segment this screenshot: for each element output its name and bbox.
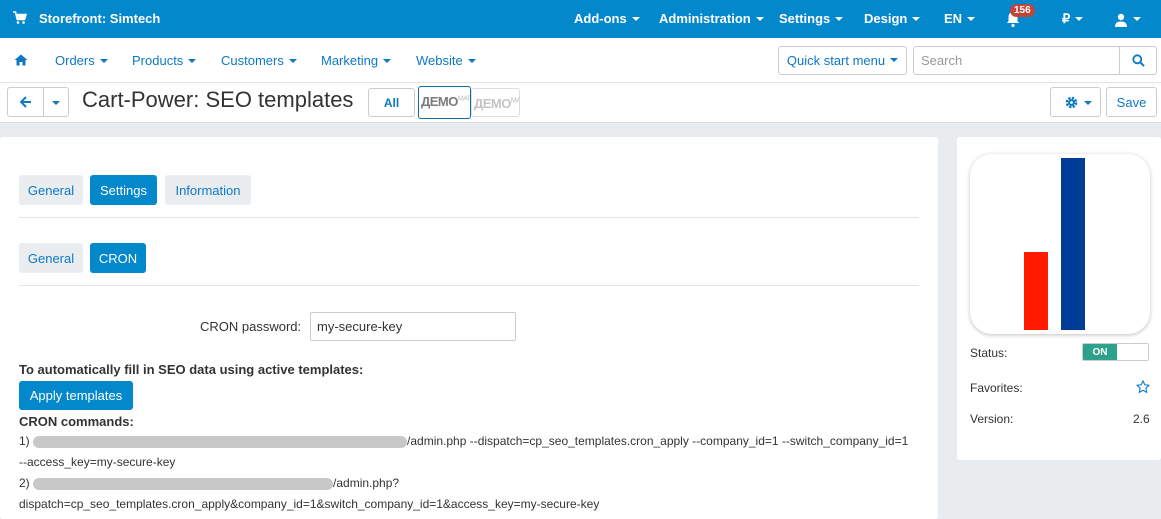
- version-label: Version:: [970, 412, 1014, 426]
- menu-administration[interactable]: Administration: [659, 11, 764, 26]
- apply-templates-button[interactable]: Apply templates: [19, 381, 133, 410]
- cron-commands-label: CRON commands:: [19, 414, 134, 429]
- subtab-cron[interactable]: CRON: [90, 243, 146, 273]
- storefront-demo-2-button[interactable]: ДЕМОМАГ: [471, 88, 520, 117]
- user-menu[interactable]: [1114, 11, 1141, 27]
- divider: [19, 285, 919, 286]
- favorites-label: Favorites:: [970, 381, 1023, 395]
- settings-dropdown-button[interactable]: [1050, 87, 1101, 117]
- star-icon[interactable]: [1136, 380, 1150, 394]
- nav-customers[interactable]: Customers: [221, 53, 297, 68]
- home-icon[interactable]: [14, 54, 28, 66]
- status-toggle-on: ON: [1083, 344, 1117, 360]
- demo-store-logo: ДЕМОМАГ: [421, 94, 471, 109]
- search-icon: [1132, 54, 1145, 67]
- search-button[interactable]: [1119, 46, 1157, 75]
- version-value: 2.6: [1133, 412, 1150, 426]
- addon-logo: [970, 154, 1150, 334]
- autofill-instruction: To automatically fill in SEO data using …: [19, 362, 364, 377]
- user-icon: [1115, 13, 1127, 27]
- gear-icon: [1065, 96, 1078, 109]
- quick-start-menu-button[interactable]: Quick start menu: [778, 46, 907, 75]
- back-button[interactable]: [7, 87, 44, 117]
- cron-command-1: 1) /admin.php --dispatch=cp_seo_template…: [19, 434, 909, 448]
- currency-selector[interactable]: ₽: [1062, 11, 1084, 27]
- shopping-cart-icon: [13, 11, 28, 24]
- cron-command-2-continued: dispatch=cp_seo_templates.cron_apply&com…: [19, 497, 600, 511]
- cron-password-input[interactable]: my-secure-key: [310, 312, 516, 341]
- status-label: Status:: [970, 346, 1008, 360]
- cron-password-label: CRON password:: [200, 319, 302, 334]
- cron-command-1-continued: --access_key=my-secure-key: [19, 455, 176, 469]
- demo-store-logo: ДЕМОМАГ: [474, 96, 520, 111]
- nav-website[interactable]: Website: [416, 53, 476, 68]
- menu-settings[interactable]: Settings: [779, 11, 844, 26]
- page-title: Cart-Power: SEO templates: [82, 87, 354, 112]
- menu-addons[interactable]: Add-ons: [574, 11, 640, 26]
- redacted-path: [33, 477, 334, 490]
- language-selector[interactable]: EN: [944, 11, 976, 26]
- status-toggle[interactable]: ON: [1082, 343, 1149, 361]
- redacted-path: [33, 435, 408, 448]
- tab-information[interactable]: Information: [165, 175, 251, 205]
- tab-settings[interactable]: Settings: [90, 175, 157, 205]
- nav-products[interactable]: Products: [132, 53, 197, 68]
- history-dropdown-button[interactable]: [43, 87, 69, 117]
- divider: [19, 217, 919, 218]
- cron-command-2: 2) /admin.php?: [19, 476, 400, 490]
- nav-orders[interactable]: Orders: [55, 53, 108, 68]
- subtab-general[interactable]: General: [19, 243, 83, 273]
- notification-count-badge: 156: [1010, 4, 1035, 17]
- storefront-link[interactable]: Storefront: Simtech: [39, 11, 160, 26]
- tab-general[interactable]: General: [19, 175, 83, 205]
- storefront-demo-1-button[interactable]: ДЕМОМАГ: [418, 86, 471, 119]
- storefront-all-button[interactable]: All: [368, 88, 415, 117]
- arrow-left-icon: [20, 96, 31, 108]
- menu-design[interactable]: Design: [864, 11, 921, 26]
- top-bar: Storefront: Simtech Add-ons Administrati…: [0, 0, 1161, 38]
- search-input[interactable]: Search: [913, 46, 1120, 75]
- save-button[interactable]: Save: [1106, 87, 1157, 117]
- nav-marketing[interactable]: Marketing: [321, 53, 392, 68]
